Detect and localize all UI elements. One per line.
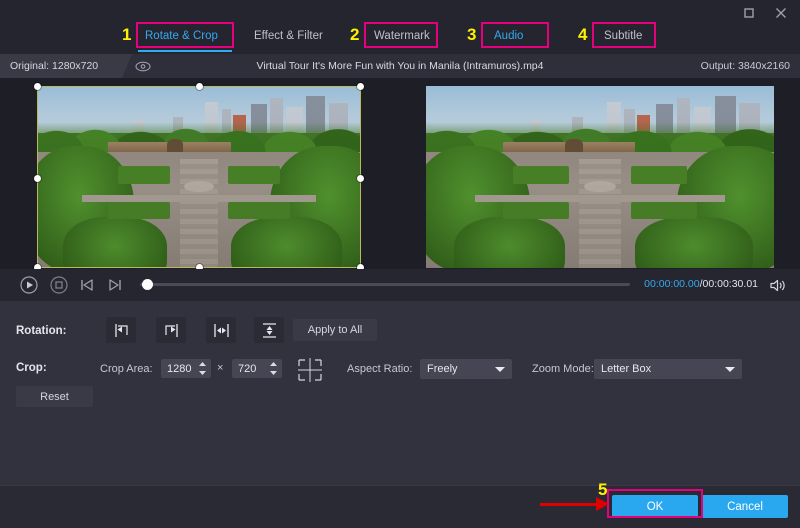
cross-path-output — [475, 195, 726, 202]
eye-icon[interactable] — [134, 58, 152, 74]
output-preview-pane[interactable] — [400, 78, 800, 269]
crop-handle-top-center[interactable] — [196, 83, 203, 90]
crop-selection-rectangle[interactable] — [37, 86, 361, 268]
central-path-output — [579, 159, 621, 268]
video-editor-window: Rotate & Crop Effect & Filter Watermark … — [0, 0, 800, 528]
maximize-icon[interactable] — [738, 3, 760, 23]
crop-height-value: 720 — [238, 363, 256, 375]
flip-horizontal-icon[interactable] — [206, 317, 236, 343]
annotation-number-5: 5 — [598, 481, 607, 498]
window-controls — [738, 3, 792, 23]
preview-area — [0, 78, 800, 269]
aspect-ratio-value: Freely — [427, 363, 458, 375]
ok-button[interactable]: OK — [612, 495, 698, 518]
crop-width-value: 1280 — [167, 363, 191, 375]
flip-vertical-icon[interactable] — [254, 317, 284, 343]
rotation-label: Rotation: — [16, 325, 66, 337]
crop-handle-top-left[interactable] — [34, 83, 41, 90]
zoom-mode-value: Letter Box — [601, 363, 651, 375]
stop-icon[interactable] — [50, 276, 68, 294]
aspect-ratio-select[interactable]: Freely — [420, 359, 512, 379]
crop-handle-middle-left[interactable] — [34, 175, 41, 182]
chevron-down-icon-2 — [725, 367, 735, 372]
title-bar: Rotate & Crop Effect & Filter Watermark … — [0, 0, 800, 54]
close-icon[interactable] — [770, 3, 792, 23]
tab-subtitle[interactable]: Subtitle — [602, 26, 644, 46]
zoom-mode-select[interactable]: Letter Box — [594, 359, 742, 379]
crop-height-stepper[interactable] — [269, 361, 278, 376]
reset-button[interactable]: Reset — [16, 386, 93, 407]
timecode-display: 00:00:00.00/00:00:30.01 — [644, 278, 758, 290]
cancel-button[interactable]: Cancel — [702, 495, 788, 518]
previous-frame-icon[interactable] — [78, 276, 96, 294]
crop-label: Crop: — [16, 362, 47, 374]
original-resolution-label: Original: 1280x720 — [0, 54, 132, 78]
tab-bar: Rotate & Crop Effect & Filter Watermark … — [0, 22, 800, 54]
crop-dimension-separator: × — [217, 362, 223, 374]
dialog-footer: OK Cancel — [0, 485, 800, 528]
crop-area-label: Crop Area: — [100, 363, 153, 375]
annotation-number-4: 4 — [578, 26, 587, 43]
zoom-mode-label: Zoom Mode: — [532, 363, 594, 375]
annotation-arrow-line — [540, 503, 598, 506]
current-time-label: 00:00:00.00 — [644, 278, 699, 290]
fountain-output — [584, 181, 615, 192]
chevron-down-icon — [495, 367, 505, 372]
crop-handle-top-right[interactable] — [357, 83, 364, 90]
next-frame-icon[interactable] — [106, 276, 124, 294]
crop-handle-middle-right[interactable] — [357, 175, 364, 182]
aspect-ratio-label: Aspect Ratio: — [347, 363, 412, 375]
total-time-label: /00:00:30.01 — [700, 278, 758, 290]
editor-controls-panel: Rotation: — [0, 301, 800, 485]
tab-rotate-and-crop[interactable]: Rotate & Crop — [143, 26, 220, 46]
rotate-right-icon[interactable] — [156, 317, 186, 343]
play-icon[interactable] — [20, 276, 38, 294]
crop-height-input[interactable]: 720 — [232, 359, 282, 378]
rotate-left-icon[interactable] — [106, 317, 136, 343]
crop-width-input[interactable]: 1280 — [161, 359, 211, 378]
volume-icon[interactable] — [768, 276, 788, 294]
active-tab-underline — [138, 50, 232, 52]
source-preview-pane[interactable] — [0, 78, 400, 269]
media-info-bar: Virtual Tour It's More Fun with You in M… — [0, 54, 800, 78]
seek-slider-handle[interactable] — [142, 279, 153, 290]
annotation-number-2: 2 — [350, 26, 359, 43]
apply-to-all-button[interactable]: Apply to All — [293, 319, 377, 341]
annotation-number-1: 1 — [122, 26, 131, 43]
annotation-arrow-head — [596, 497, 609, 511]
tab-watermark[interactable]: Watermark — [372, 26, 432, 46]
tab-effect-and-filter[interactable]: Effect & Filter — [252, 26, 325, 46]
output-resolution-label: Output: 3840x2160 — [681, 54, 800, 78]
seek-slider[interactable] — [140, 283, 630, 286]
annotation-number-3: 3 — [467, 26, 476, 43]
crop-position-icon[interactable] — [296, 357, 324, 383]
tab-audio[interactable]: Audio — [492, 26, 525, 46]
player-control-bar: 00:00:00.00/00:00:30.01 — [0, 269, 800, 301]
crop-width-stepper[interactable] — [198, 361, 207, 376]
output-video-frame — [426, 86, 774, 268]
